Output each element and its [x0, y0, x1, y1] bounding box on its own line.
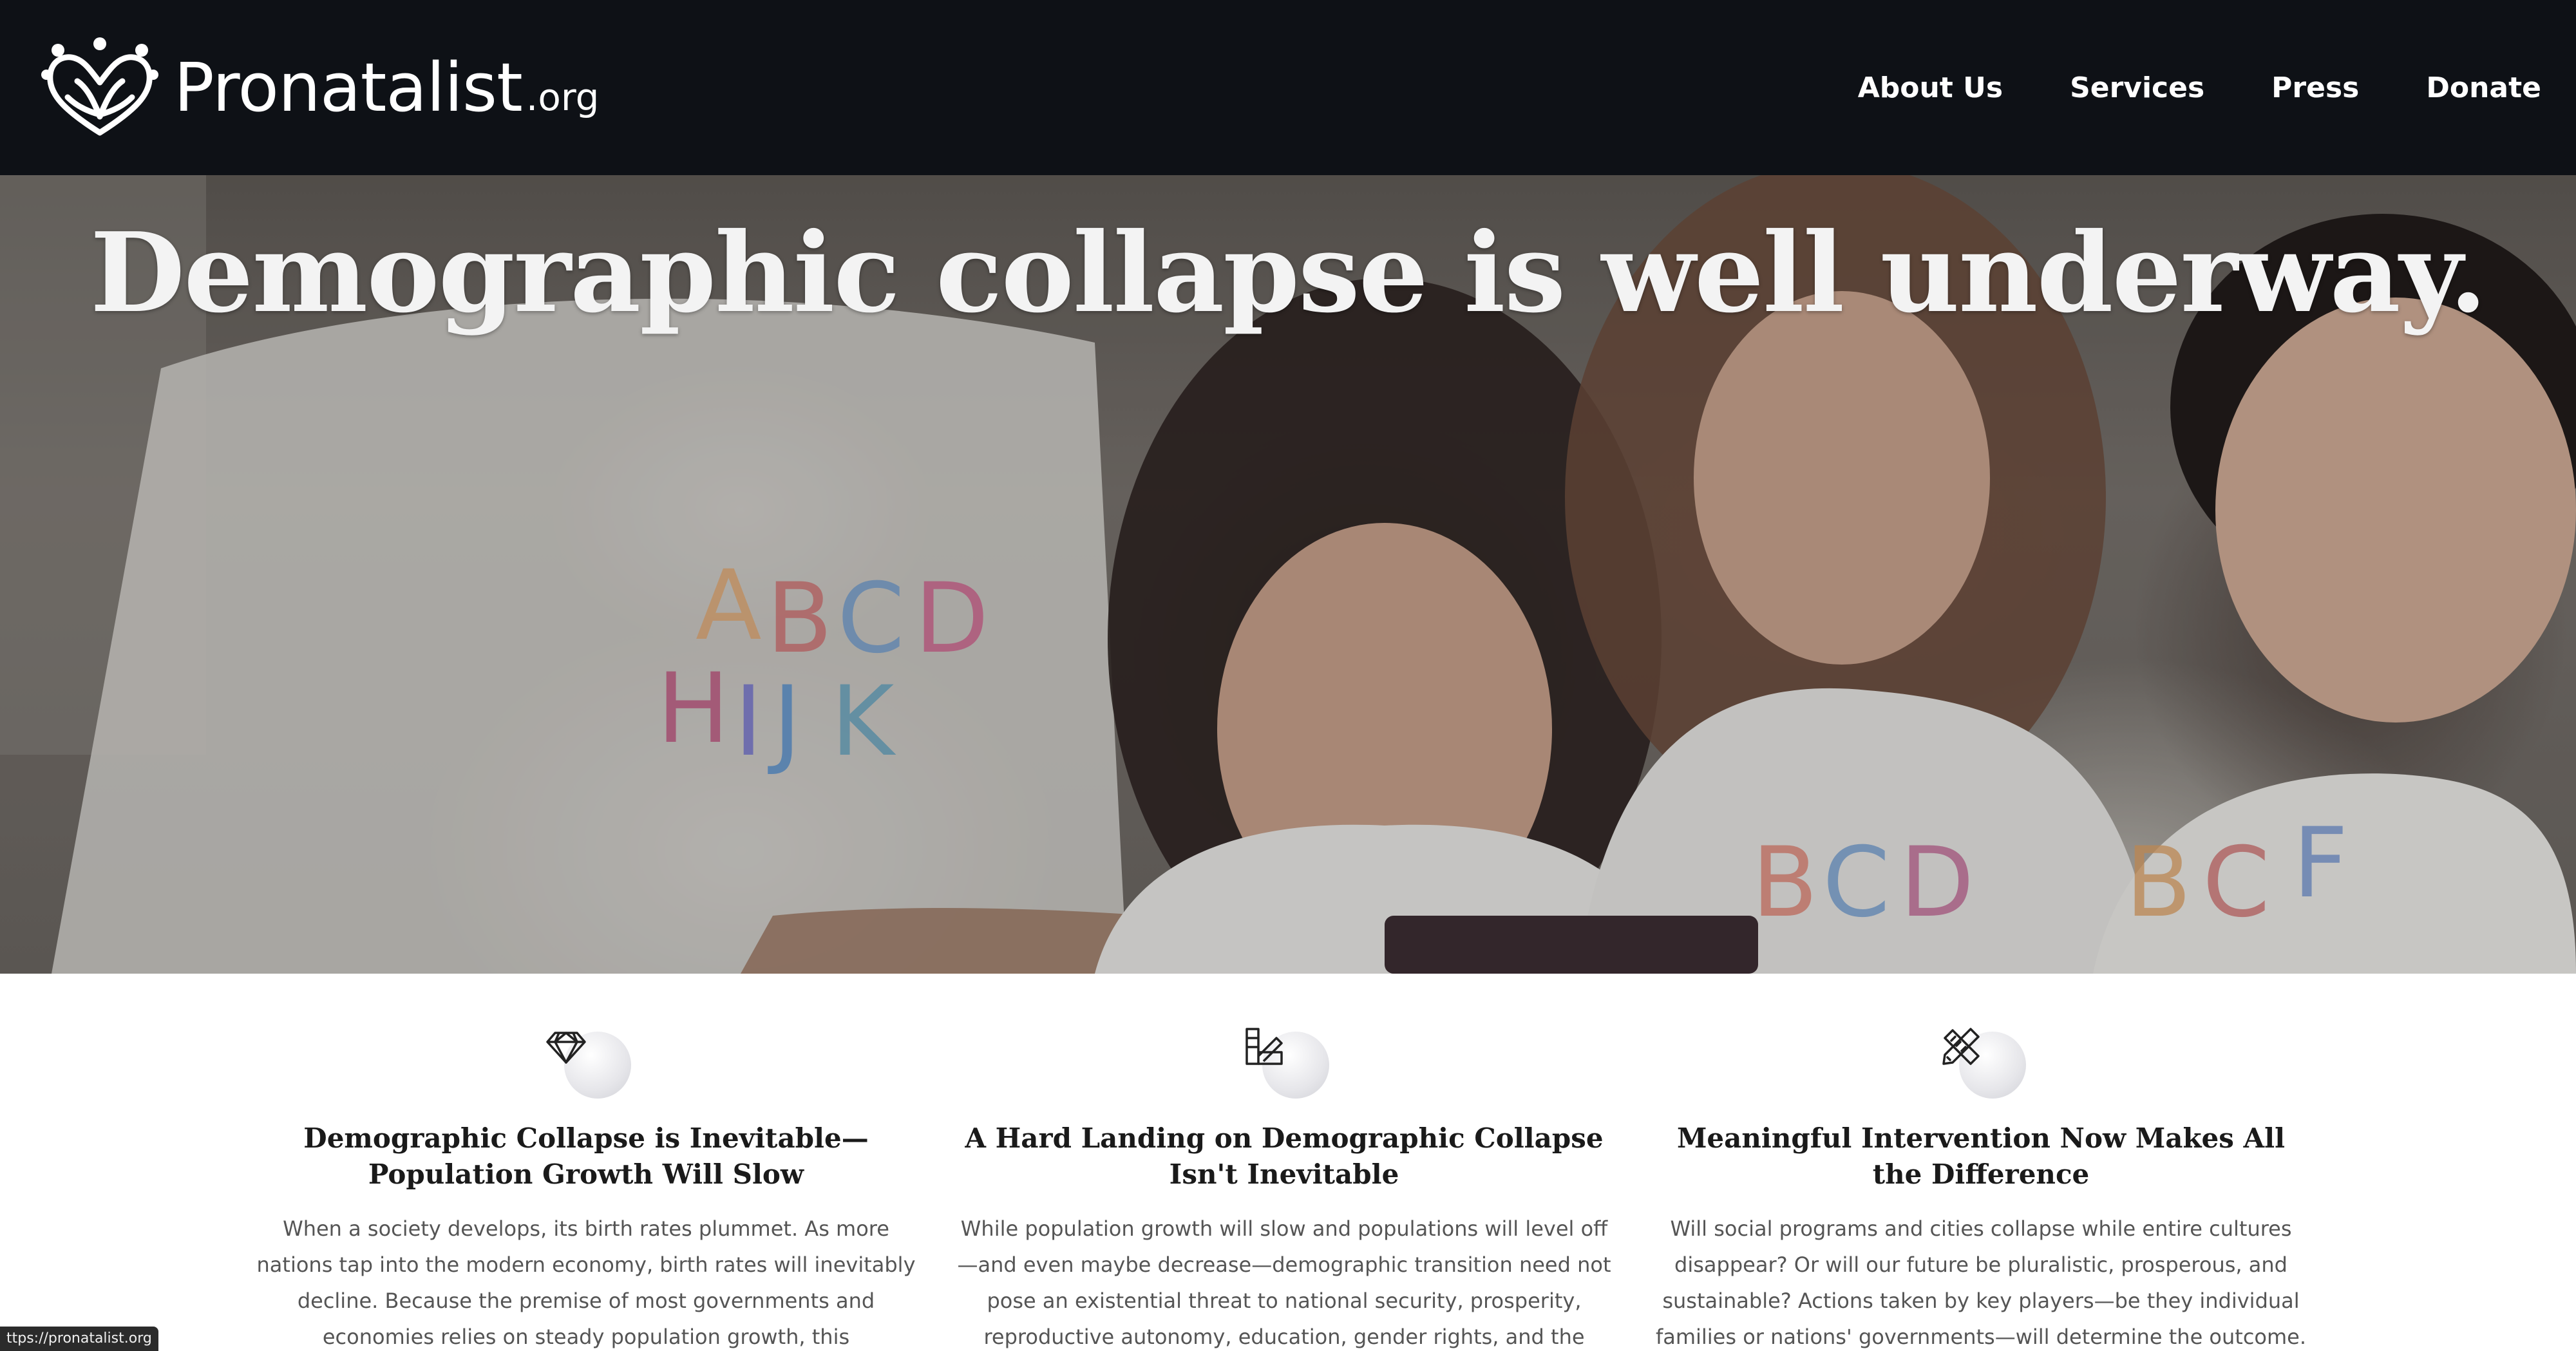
- feature-card-hard-landing: A Hard Landing on Demographic Collapse I…: [949, 974, 1619, 1351]
- feature-text: While population growth will slow and po…: [957, 1216, 1611, 1349]
- diamond-icon: [546, 1032, 586, 1064]
- hero-banner: A B C D H I J K B C D B C F Demographic …: [0, 175, 2576, 974]
- pencil-ruler-icon: [1942, 1028, 1980, 1065]
- nav-services[interactable]: Services: [2070, 71, 2204, 104]
- brand-name: Pronatalist: [174, 48, 523, 127]
- site-header: Pronatalist .org About Us Services Press…: [0, 0, 2576, 175]
- brand-tld: .org: [526, 75, 600, 119]
- brand-logo-link[interactable]: Pronatalist .org: [39, 36, 599, 139]
- feature-title: Demographic Collapse is Inevitable—Popul…: [303, 1122, 869, 1190]
- feature-title: A Hard Landing on Demographic Collapse I…: [965, 1122, 1604, 1190]
- status-bar-url: ttps://pronatalist.org: [0, 1327, 158, 1351]
- hero-title: Demographic collapse is well underway.: [90, 209, 2487, 337]
- main-nav: About Us Services Press Donate: [1791, 71, 2541, 104]
- features-section: Demographic Collapse is Inevitable—Popul…: [0, 974, 2576, 1351]
- feature-text: When a society develops, its birth rates…: [256, 1216, 916, 1349]
- nav-press[interactable]: Press: [2271, 71, 2359, 104]
- palette-ruler-icon: [1245, 1028, 1283, 1065]
- nav-donate[interactable]: Donate: [2426, 71, 2541, 104]
- feature-card-intervention: Meaningful Intervention Now Makes All th…: [1646, 974, 2316, 1351]
- feature-card-inevitable: Demographic Collapse is Inevitable—Popul…: [251, 974, 921, 1351]
- feature-title: Meaningful Intervention Now Makes All th…: [1676, 1122, 2286, 1190]
- feature-text: Will social programs and cities collapse…: [1655, 1216, 2307, 1349]
- nav-about-us[interactable]: About Us: [1858, 71, 2003, 104]
- heart-family-logo-icon: [41, 37, 158, 136]
